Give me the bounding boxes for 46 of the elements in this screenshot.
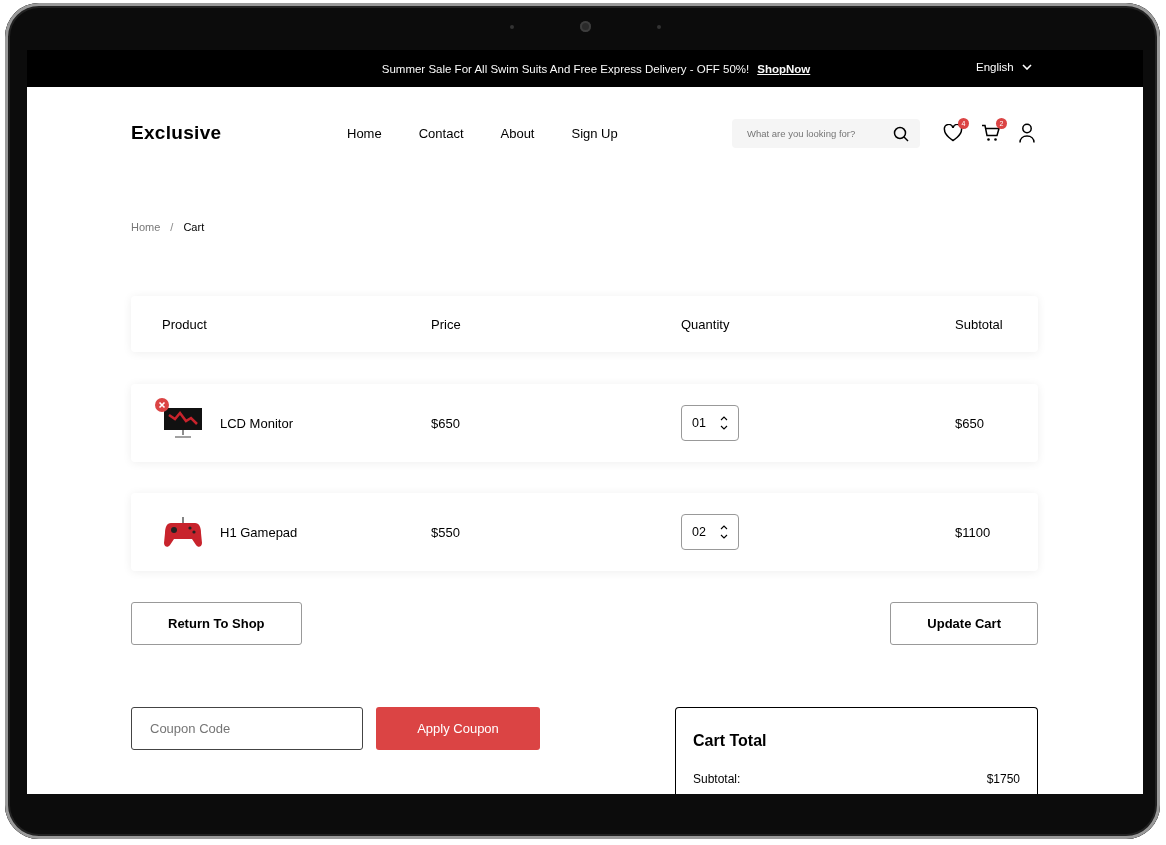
up-down-arrows-icon — [720, 525, 728, 539]
price-text: $650 — [431, 415, 461, 431]
panel-title: Cart Total — [693, 732, 768, 750]
search-field[interactable]: What are you looking for? — [732, 118, 920, 148]
coupon-field[interactable]: Coupon Code — [131, 707, 363, 750]
apply-coupon-button[interactable]: Apply Coupon — [376, 707, 540, 750]
logo[interactable]: Exclusive — [131, 122, 347, 144]
breadcrumb-link[interactable]: Home — [131, 221, 161, 233]
cart-icon — [981, 124, 1001, 142]
sensor-icon — [509, 24, 514, 29]
nav-link[interactable]: About — [500, 125, 535, 141]
product-name: LCD Monitor — [220, 415, 293, 431]
subtotal-text: $1100 — [955, 524, 992, 540]
nav-link[interactable]: Home — [347, 125, 382, 141]
close-icon — [158, 401, 166, 409]
breadcrumb-separator: / — [170, 221, 174, 233]
column-header: Product — [162, 316, 208, 332]
return-to-shop-button[interactable]: Return To Shop — [131, 602, 302, 645]
total-label: Subtotal: — [693, 772, 741, 786]
heart-icon — [943, 124, 963, 142]
column-header: Price — [431, 316, 462, 332]
column-header: Quantity — [681, 316, 731, 332]
total-value: $1750 — [986, 772, 1020, 786]
camera-icon — [579, 21, 591, 32]
nav-link[interactable]: Sign Up — [571, 125, 618, 141]
nav-link[interactable]: Contact — [418, 125, 464, 141]
sensor-icon — [656, 24, 661, 29]
product-name: H1 Gamepad — [220, 524, 298, 540]
language-selector[interactable]: English — [976, 61, 1032, 73]
remove-button[interactable] — [155, 398, 169, 412]
sale-message: Summer Sale For All Swim Suits And Free Express Delivery - OFF 50%! — [381, 62, 750, 75]
quantity-stepper[interactable]: 02 — [681, 514, 739, 550]
shop-now-link[interactable]: ShopNow — [757, 62, 811, 75]
subtotal-text: $650 — [955, 415, 985, 431]
search-icon — [893, 125, 909, 142]
user-icon — [1019, 123, 1035, 143]
breadcrumb-link[interactable]: Cart — [183, 221, 205, 233]
quantity-stepper[interactable]: 01 — [681, 405, 739, 441]
column-header: Subtotal — [955, 316, 1004, 332]
gamepad-picture — [163, 515, 203, 549]
monitor-picture — [163, 407, 203, 439]
update-cart-button[interactable]: Update Cart — [890, 602, 1038, 645]
price-text: $550 — [431, 524, 461, 540]
up-down-arrows-icon — [720, 416, 728, 430]
account-button[interactable] — [1017, 121, 1037, 145]
chevron-down-icon — [1021, 64, 1032, 70]
